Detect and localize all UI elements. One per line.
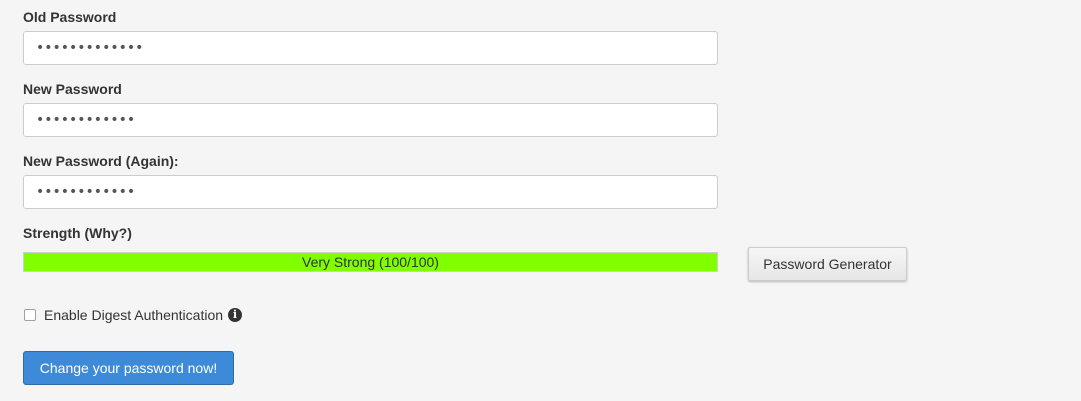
info-circle-icon[interactable]: i [228, 308, 243, 322]
new-password-label: New Password [23, 81, 122, 97]
new-password-again-label: New Password (Again): [23, 153, 179, 169]
new-password-again-input[interactable] [23, 175, 718, 209]
digest-auth-checkbox[interactable] [24, 309, 36, 321]
old-password-label: Old Password [23, 9, 117, 25]
strength-meter-text: Very Strong (100/100) [302, 254, 439, 270]
change-password-submit-button[interactable]: Change your password now! [23, 351, 234, 385]
old-password-input[interactable] [23, 31, 718, 65]
new-password-input[interactable] [23, 103, 718, 137]
password-generator-button[interactable]: Password Generator [748, 247, 907, 281]
digest-auth-row: Enable Digest Authentication i [23, 305, 243, 325]
strength-label: Strength (Why?) [23, 225, 132, 241]
password-strength-meter: Very Strong (100/100) [23, 252, 718, 272]
digest-auth-label[interactable]: Enable Digest Authentication [44, 307, 223, 323]
